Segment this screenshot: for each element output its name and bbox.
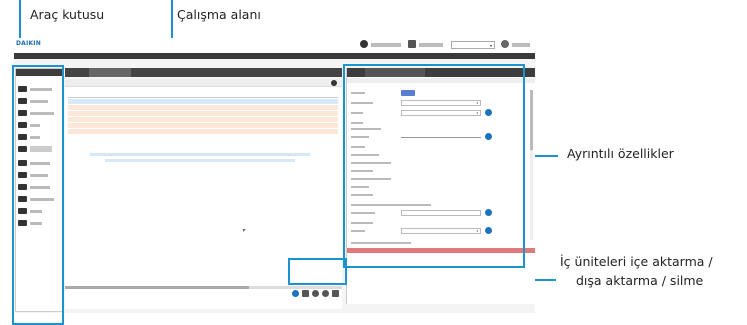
tab-units[interactable] xyxy=(89,68,131,77)
export-icon[interactable] xyxy=(302,290,309,297)
nav-bar xyxy=(14,53,535,59)
grid-header-row xyxy=(68,89,338,98)
table-row[interactable] xyxy=(68,117,338,122)
tab-wiring[interactable] xyxy=(215,68,255,77)
project-select[interactable]: ▾ xyxy=(451,41,495,49)
highlight-unit-actions xyxy=(288,258,347,285)
logout-icon[interactable] xyxy=(501,40,509,48)
logout-link[interactable] xyxy=(512,43,530,47)
scrollbar-thumb[interactable] xyxy=(65,286,249,289)
table-row[interactable] xyxy=(68,129,338,134)
user-icon[interactable] xyxy=(360,40,368,48)
hint-text xyxy=(105,159,295,162)
tab-piping[interactable] xyxy=(155,68,195,77)
close-icon[interactable] xyxy=(331,80,337,86)
cursor-pointer xyxy=(243,229,246,232)
table-row[interactable] xyxy=(68,123,338,128)
delete-icon[interactable] xyxy=(332,290,339,297)
top-bar: DAIKIN ▾ xyxy=(14,38,535,54)
horizontal-scrollbar[interactable] xyxy=(65,286,342,289)
import-icon[interactable] xyxy=(292,290,299,297)
hint-text xyxy=(90,153,310,156)
language-link[interactable] xyxy=(419,43,443,47)
vertical-scrollbar[interactable] xyxy=(530,90,533,240)
table-row[interactable] xyxy=(68,111,338,116)
callout-units-line1: İç üniteleri içe aktarma / xyxy=(560,254,713,269)
tab-report[interactable] xyxy=(290,68,330,77)
table-row[interactable] xyxy=(68,99,338,104)
workspace-tabs xyxy=(65,68,342,77)
callout-details: Ayrıntılı özellikler xyxy=(567,146,674,161)
undo-icon[interactable] xyxy=(312,290,319,297)
account-link[interactable] xyxy=(371,43,401,47)
settings-icon[interactable] xyxy=(322,290,329,297)
highlight-details xyxy=(343,64,525,268)
table-row[interactable] xyxy=(68,105,338,110)
callout-toolbox: Araç kutusu xyxy=(30,7,105,22)
scrollbar-thumb[interactable] xyxy=(530,90,533,150)
callout-units-line2: dışa aktarma / silme xyxy=(576,273,704,288)
grid-toolbar xyxy=(65,79,342,87)
highlight-toolbox xyxy=(12,65,64,325)
brand-logo: DAIKIN xyxy=(16,40,41,47)
callout-workspace: Çalışma alanı xyxy=(177,7,261,22)
language-icon[interactable] xyxy=(408,40,416,48)
